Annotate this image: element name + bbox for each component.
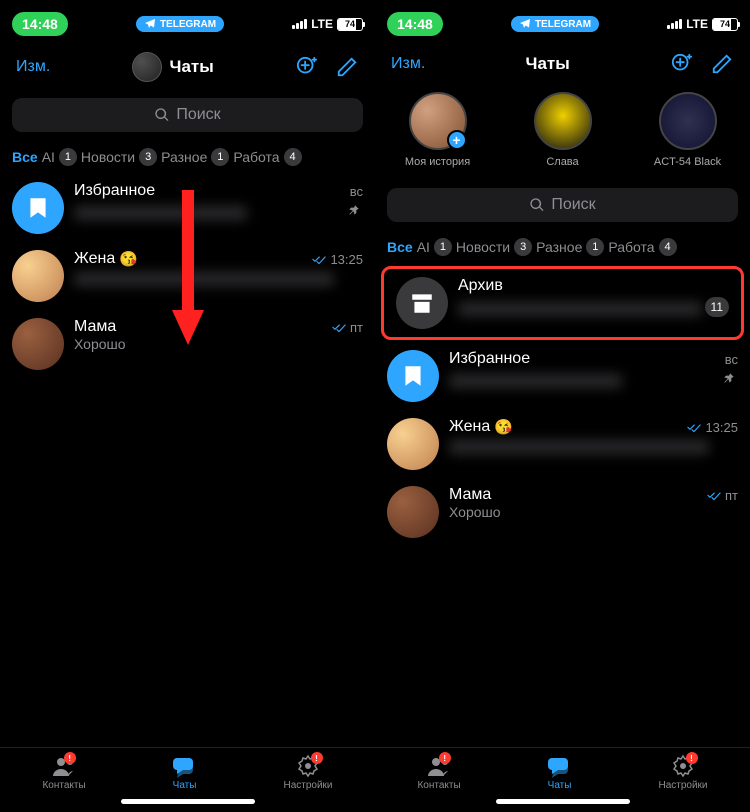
edit-button[interactable]: Изм. bbox=[391, 55, 425, 73]
stories-row[interactable]: + Моя история Слава ACT-54 Black bbox=[375, 84, 750, 180]
time-pill[interactable]: 14:48 bbox=[12, 12, 68, 36]
chat-saved[interactable]: Избранноевс bbox=[0, 174, 375, 242]
header-title[interactable]: Чаты bbox=[132, 52, 214, 82]
saved-icon bbox=[12, 182, 64, 234]
signal-area: LTE 74 bbox=[667, 17, 738, 31]
folder-misc[interactable]: Разное1 bbox=[161, 148, 229, 166]
chats-icon bbox=[171, 754, 199, 778]
home-indicator[interactable] bbox=[496, 799, 630, 804]
home-indicator[interactable] bbox=[121, 799, 255, 804]
search-placeholder: Поиск bbox=[176, 106, 220, 124]
notif-badge: ! bbox=[311, 752, 323, 764]
status-bar: 14:48 TELEGRAM LTE 74 bbox=[375, 0, 750, 44]
avatar bbox=[387, 418, 439, 470]
chat-wife[interactable]: Жена😘13:25 bbox=[0, 242, 375, 310]
edit-button[interactable]: Изм. bbox=[16, 58, 50, 76]
saved-icon bbox=[387, 350, 439, 402]
pin-icon bbox=[347, 203, 363, 219]
archive-icon bbox=[396, 277, 448, 329]
tab-chats[interactable]: Чаты bbox=[546, 754, 574, 791]
folder-all[interactable]: Все bbox=[387, 238, 413, 256]
avatar bbox=[387, 486, 439, 538]
chat-list[interactable]: Архив 11 Избранноевс Жена😘13:25 bbox=[375, 264, 750, 747]
pin-icon bbox=[722, 371, 738, 387]
story-my[interactable]: + Моя история bbox=[393, 92, 483, 168]
signal-bars-icon bbox=[292, 19, 307, 29]
chats-icon bbox=[546, 754, 574, 778]
search-icon bbox=[154, 107, 170, 123]
tab-bar: ! Контакты Чаты ! Настройки bbox=[0, 747, 375, 795]
folder-work[interactable]: Работа4 bbox=[233, 148, 301, 166]
read-check-icon bbox=[707, 490, 721, 500]
tab-settings[interactable]: ! Настройки bbox=[283, 754, 332, 791]
screen-after: 14:48 TELEGRAM LTE 74 Изм. Чаты bbox=[375, 0, 750, 812]
folder-ai[interactable]: AI1 bbox=[417, 238, 452, 256]
time-pill[interactable]: 14:48 bbox=[387, 12, 443, 36]
story-slava[interactable]: Слава bbox=[518, 92, 608, 168]
folder-news[interactable]: Новости3 bbox=[81, 148, 157, 166]
signal-area: LTE 74 bbox=[292, 17, 363, 31]
chat-archive[interactable]: Архив 11 bbox=[381, 266, 744, 340]
notif-badge: ! bbox=[439, 752, 451, 764]
tab-contacts[interactable]: ! Контакты bbox=[42, 754, 85, 791]
header-title[interactable]: Чаты bbox=[526, 54, 570, 74]
tab-bar: ! Контакты Чаты ! Настройки bbox=[375, 747, 750, 795]
chat-wife[interactable]: Жена😘13:25 bbox=[375, 410, 750, 478]
add-contact-button[interactable] bbox=[295, 55, 319, 79]
compose-button[interactable] bbox=[710, 52, 734, 76]
story-avatar: + bbox=[409, 92, 467, 150]
story-avatar bbox=[534, 92, 592, 150]
tab-chats[interactable]: Чаты bbox=[171, 754, 199, 791]
battery-icon: 74 bbox=[712, 18, 738, 31]
read-check-icon bbox=[312, 254, 326, 264]
chat-mom[interactable]: Мамапт Хорошо bbox=[375, 478, 750, 546]
chat-mom[interactable]: Мамапт Хорошо bbox=[0, 310, 375, 378]
story-act54[interactable]: ACT-54 Black bbox=[643, 92, 733, 168]
chat-list[interactable]: Избранноевс Жена😘13:25 Мамапт Хорошо bbox=[0, 174, 375, 747]
notif-badge: ! bbox=[686, 752, 698, 764]
story-avatar bbox=[659, 92, 717, 150]
search-bar[interactable]: Поиск bbox=[387, 188, 738, 222]
battery-icon: 74 bbox=[337, 18, 363, 31]
status-bar: 14:48 TELEGRAM LTE 74 bbox=[0, 0, 375, 44]
tab-settings[interactable]: ! Настройки bbox=[658, 754, 707, 791]
folder-ai[interactable]: AI1 bbox=[42, 148, 77, 166]
signal-bars-icon bbox=[667, 19, 682, 29]
unread-count: 11 bbox=[705, 297, 729, 317]
add-contact-button[interactable] bbox=[670, 52, 694, 76]
folder-tabs: Все AI1 Новости3 Разное1 Работа4 bbox=[375, 230, 750, 264]
search-icon bbox=[529, 197, 545, 213]
tab-contacts[interactable]: ! Контакты bbox=[417, 754, 460, 791]
profile-avatar[interactable] bbox=[132, 52, 162, 82]
avatar bbox=[12, 318, 64, 370]
search-placeholder: Поиск bbox=[551, 196, 595, 214]
avatar bbox=[12, 250, 64, 302]
telegram-notification[interactable]: TELEGRAM bbox=[136, 16, 224, 32]
folder-tabs: Все AI1 Новости3 Разное1 Работа4 bbox=[0, 140, 375, 174]
add-story-icon[interactable]: + bbox=[447, 130, 467, 150]
screen-before: 14:48 TELEGRAM LTE 74 Изм. Чаты bbox=[0, 0, 375, 812]
compose-button[interactable] bbox=[335, 55, 359, 79]
folder-news[interactable]: Новости3 bbox=[456, 238, 532, 256]
nav-header: Изм. Чаты bbox=[0, 44, 375, 90]
telegram-notification[interactable]: TELEGRAM bbox=[511, 16, 599, 32]
search-bar[interactable]: Поиск bbox=[12, 98, 363, 132]
read-check-icon bbox=[332, 322, 346, 332]
nav-header: Изм. Чаты bbox=[375, 44, 750, 84]
notif-badge: ! bbox=[64, 752, 76, 764]
folder-work[interactable]: Работа4 bbox=[608, 238, 676, 256]
folder-all[interactable]: Все bbox=[12, 148, 38, 166]
telegram-plane-icon bbox=[144, 18, 156, 30]
chat-saved[interactable]: Избранноевс bbox=[375, 342, 750, 410]
telegram-plane-icon bbox=[519, 18, 531, 30]
folder-misc[interactable]: Разное1 bbox=[536, 238, 604, 256]
read-check-icon bbox=[687, 422, 701, 432]
